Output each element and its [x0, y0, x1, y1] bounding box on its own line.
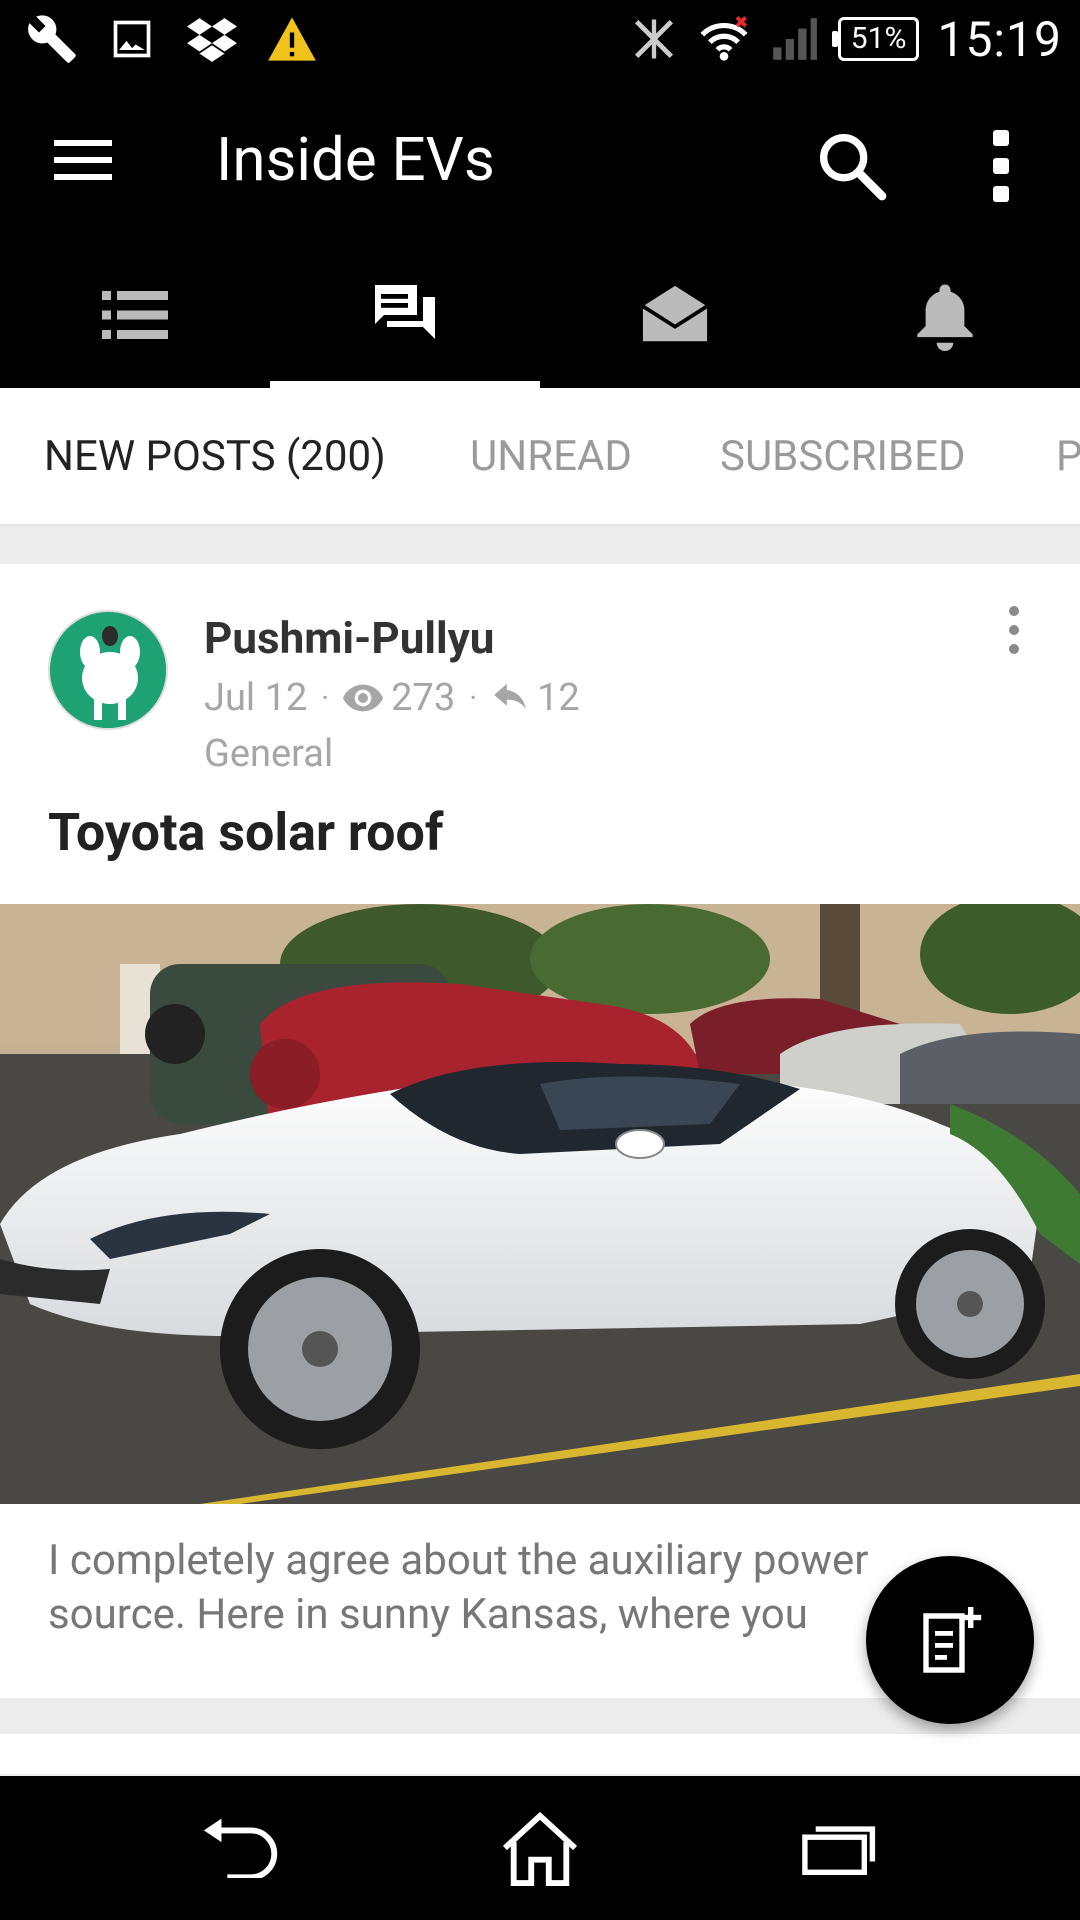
warning-icon — [266, 13, 318, 65]
bell-icon — [917, 284, 973, 351]
app-title: Inside EVs — [216, 124, 495, 195]
app-bar: Inside EVs — [0, 78, 1080, 242]
post-meta: Jul 12 · 273 · 12 — [204, 676, 580, 720]
new-post-button[interactable] — [866, 1556, 1034, 1724]
eye-icon — [343, 684, 384, 712]
post-forum[interactable]: General — [204, 732, 333, 776]
navigation-bar — [0, 1776, 1080, 1920]
list-icon — [102, 291, 168, 339]
tab-notifications[interactable] — [810, 242, 1080, 388]
tab-forum[interactable] — [270, 242, 540, 388]
notification-icons — [26, 10, 318, 68]
forum-icon — [375, 285, 435, 339]
tab-overflow[interactable]: P — [1056, 432, 1080, 481]
post-views: 273 — [391, 676, 456, 720]
post-title[interactable]: Toyota solar roof — [48, 802, 444, 863]
wifi-icon — [698, 13, 750, 65]
post-image[interactable] — [0, 904, 1080, 1504]
tab-unread[interactable]: UNREAD — [470, 432, 632, 481]
signal-icon — [768, 13, 820, 65]
back-icon[interactable] — [192, 1806, 292, 1890]
post-date: Jul 12 — [204, 676, 308, 720]
tab-list[interactable] — [0, 242, 270, 388]
dropbox-icon — [186, 13, 238, 65]
nfc-off-icon — [628, 13, 680, 65]
recents-icon[interactable] — [790, 1806, 890, 1890]
text-tab-bar: NEW POSTS (200) UNREAD SUBSCRIBED P — [0, 388, 1080, 526]
post-more-icon[interactable] — [996, 600, 1032, 660]
menu-icon[interactable] — [46, 132, 118, 188]
new-post-icon — [923, 1607, 982, 1673]
tab-new-posts[interactable]: NEW POSTS (200) — [44, 432, 386, 481]
post-replies: 12 — [537, 676, 580, 720]
mail-open-icon — [641, 285, 709, 342]
clock: 15:19 — [937, 10, 1062, 68]
tab-messages[interactable] — [540, 242, 810, 388]
battery-indicator: 51% — [831, 17, 920, 61]
system-status: 51% 15:19 — [628, 0, 1062, 78]
wrench-icon — [26, 13, 78, 65]
next-post-card[interactable] — [0, 1734, 1080, 1774]
reply-icon — [491, 683, 529, 713]
image-icon — [106, 13, 158, 65]
avatar[interactable] — [48, 610, 168, 730]
status-bar: 51% 15:19 — [0, 0, 1080, 78]
home-icon[interactable] — [490, 1806, 590, 1890]
search-icon[interactable] — [812, 126, 892, 206]
active-tab-indicator — [270, 381, 540, 388]
tab-subscribed[interactable]: SUBSCRIBED — [720, 432, 966, 481]
post-author[interactable]: Pushmi-Pullyu — [204, 612, 494, 664]
more-vert-icon[interactable] — [976, 124, 1028, 208]
icon-tab-bar — [0, 242, 1080, 388]
post-card[interactable]: Pushmi-Pullyu Jul 12 · 273 · 12 General … — [0, 564, 1080, 1698]
